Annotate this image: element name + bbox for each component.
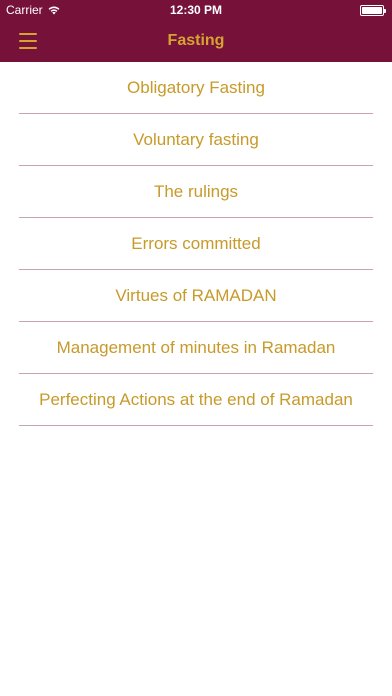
topic-list: Obligatory Fasting Voluntary fasting The… [0, 62, 392, 426]
menu-button[interactable] [14, 28, 42, 54]
navigation-bar: Fasting [0, 20, 392, 62]
list-item-errors-committed[interactable]: Errors committed [19, 218, 373, 270]
list-item-perfecting-actions[interactable]: Perfecting Actions at the end of Ramadan [19, 374, 373, 426]
list-item-obligatory-fasting[interactable]: Obligatory Fasting [19, 62, 373, 114]
list-item-virtues-of-ramadan[interactable]: Virtues of RAMADAN [19, 270, 373, 322]
battery-icon [360, 5, 386, 16]
page-title: Fasting [167, 32, 225, 49]
list-item-voluntary-fasting[interactable]: Voluntary fasting [19, 114, 373, 166]
status-bar: Carrier 12:30 PM [0, 0, 392, 20]
status-time: 12:30 PM [169, 3, 223, 17]
list-item-management-of-minutes[interactable]: Management of minutes in Ramadan [19, 322, 373, 374]
hamburger-menu-icon [19, 33, 37, 35]
list-item-the-rulings[interactable]: The rulings [19, 166, 373, 218]
